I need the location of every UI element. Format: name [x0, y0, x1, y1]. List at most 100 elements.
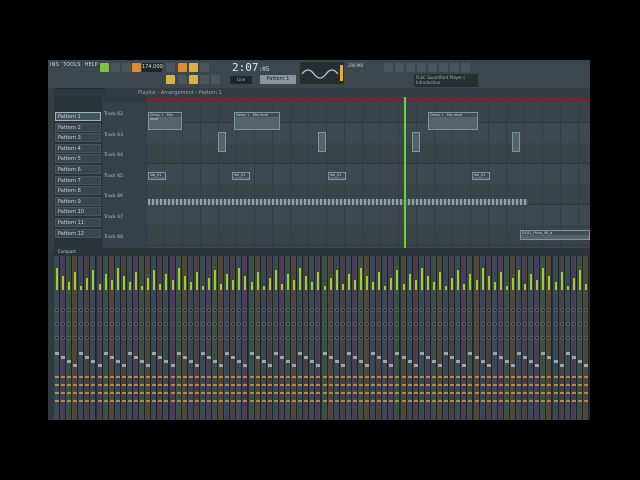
route-switch[interactable]	[61, 384, 66, 386]
route-switch[interactable]	[517, 384, 522, 386]
route-switch[interactable]	[468, 376, 473, 378]
route-switch[interactable]	[298, 376, 303, 378]
knob-icon[interactable]	[438, 308, 443, 312]
knob-icon[interactable]	[279, 336, 284, 340]
route-switch[interactable]	[383, 392, 388, 394]
knob-icon[interactable]	[523, 336, 528, 340]
knob-icon[interactable]	[328, 336, 333, 340]
route-switch[interactable]	[456, 376, 461, 378]
route-switch[interactable]	[91, 392, 96, 394]
volume-fader[interactable]	[517, 352, 522, 355]
volume-fader[interactable]	[492, 352, 497, 355]
menu-insert[interactable]: INS	[50, 62, 59, 68]
route-switch[interactable]	[164, 376, 169, 378]
knob-icon[interactable]	[267, 336, 272, 340]
volume-fader[interactable]	[377, 356, 382, 359]
knob-icon[interactable]	[340, 336, 345, 340]
pattern-selector[interactable]: Pattern 1	[260, 75, 296, 84]
volume-fader[interactable]	[547, 356, 552, 359]
knob-icon[interactable]	[310, 308, 315, 312]
volume-fader[interactable]	[352, 356, 357, 359]
route-switch[interactable]	[438, 384, 443, 386]
knob-icon[interactable]	[243, 308, 248, 312]
route-switch[interactable]	[91, 384, 96, 386]
knob-icon[interactable]	[121, 322, 126, 326]
route-switch[interactable]	[377, 392, 382, 394]
route-switch[interactable]	[115, 384, 120, 386]
knob-icon[interactable]	[286, 336, 291, 340]
knob-icon[interactable]	[322, 308, 327, 312]
route-switch[interactable]	[121, 384, 126, 386]
route-switch[interactable]	[292, 400, 297, 402]
route-switch[interactable]	[565, 376, 570, 378]
route-switch[interactable]	[450, 376, 455, 378]
route-switch[interactable]	[322, 376, 327, 378]
volume-fader[interactable]	[383, 360, 388, 363]
route-switch[interactable]	[146, 384, 151, 386]
volume-fader[interactable]	[438, 364, 443, 367]
route-switch[interactable]	[334, 384, 339, 386]
knob-icon[interactable]	[61, 336, 66, 340]
route-switch[interactable]	[401, 376, 406, 378]
pattern-item[interactable]: Pattern 9	[55, 196, 101, 206]
mixer-insert-strip[interactable]	[406, 256, 413, 420]
route-switch[interactable]	[140, 376, 145, 378]
knob-icon[interactable]	[462, 322, 467, 326]
route-switch[interactable]	[194, 384, 199, 386]
knob-icon[interactable]	[213, 336, 218, 340]
mixer-insert-strip[interactable]	[503, 256, 510, 420]
knob-icon[interactable]	[219, 322, 224, 326]
knob-icon[interactable]	[310, 336, 315, 340]
route-switch[interactable]	[359, 384, 363, 386]
knob-icon[interactable]	[468, 322, 473, 326]
route-switch[interactable]	[213, 384, 218, 386]
route-switch[interactable]	[474, 376, 479, 378]
knob-icon[interactable]	[401, 322, 406, 326]
knob-icon[interactable]	[371, 336, 376, 340]
route-switch[interactable]	[115, 392, 120, 394]
route-switch[interactable]	[340, 376, 345, 378]
route-switch[interactable]	[103, 376, 108, 378]
route-switch[interactable]	[431, 392, 436, 394]
route-switch[interactable]	[504, 376, 509, 378]
knob-icon[interactable]	[334, 322, 339, 326]
route-switch[interactable]	[115, 400, 120, 402]
route-switch[interactable]	[310, 376, 315, 378]
route-switch[interactable]	[304, 384, 309, 386]
route-switch[interactable]	[431, 400, 436, 402]
route-switch[interactable]	[547, 400, 552, 402]
knob-icon[interactable]	[115, 308, 120, 312]
browser-icon[interactable]	[450, 63, 459, 72]
volume-fader[interactable]	[182, 356, 187, 359]
volume-fader[interactable]	[444, 352, 449, 355]
route-switch[interactable]	[67, 376, 72, 378]
route-switch[interactable]	[134, 376, 139, 378]
volume-fader[interactable]	[194, 364, 199, 367]
route-switch[interactable]	[188, 376, 193, 378]
knob-icon[interactable]	[146, 322, 151, 326]
knob-icon[interactable]	[298, 336, 303, 340]
knob-icon[interactable]	[395, 308, 400, 312]
route-switch[interactable]	[389, 400, 394, 402]
overdub-icon[interactable]	[189, 63, 198, 72]
knob-icon[interactable]	[140, 308, 145, 312]
knob-icon[interactable]	[425, 336, 430, 340]
route-switch[interactable]	[207, 384, 211, 386]
knob-icon[interactable]	[194, 308, 199, 312]
knob-icon[interactable]	[535, 308, 540, 312]
knob-icon[interactable]	[188, 308, 193, 312]
mixer-insert-strip[interactable]	[351, 256, 358, 420]
knob-icon[interactable]	[571, 322, 576, 326]
mixer-icon[interactable]	[406, 63, 415, 72]
knob-icon[interactable]	[346, 308, 351, 312]
route-switch[interactable]	[565, 400, 570, 402]
route-switch[interactable]	[73, 400, 78, 402]
route-switch[interactable]	[328, 376, 333, 378]
route-switch[interactable]	[176, 392, 181, 394]
knob-icon[interactable]	[511, 308, 515, 312]
volume-fader[interactable]	[334, 360, 339, 363]
route-switch[interactable]	[395, 384, 400, 386]
playlist-icon[interactable]	[439, 63, 448, 72]
volume-fader[interactable]	[371, 352, 376, 355]
piano-roll-icon[interactable]	[428, 63, 437, 72]
